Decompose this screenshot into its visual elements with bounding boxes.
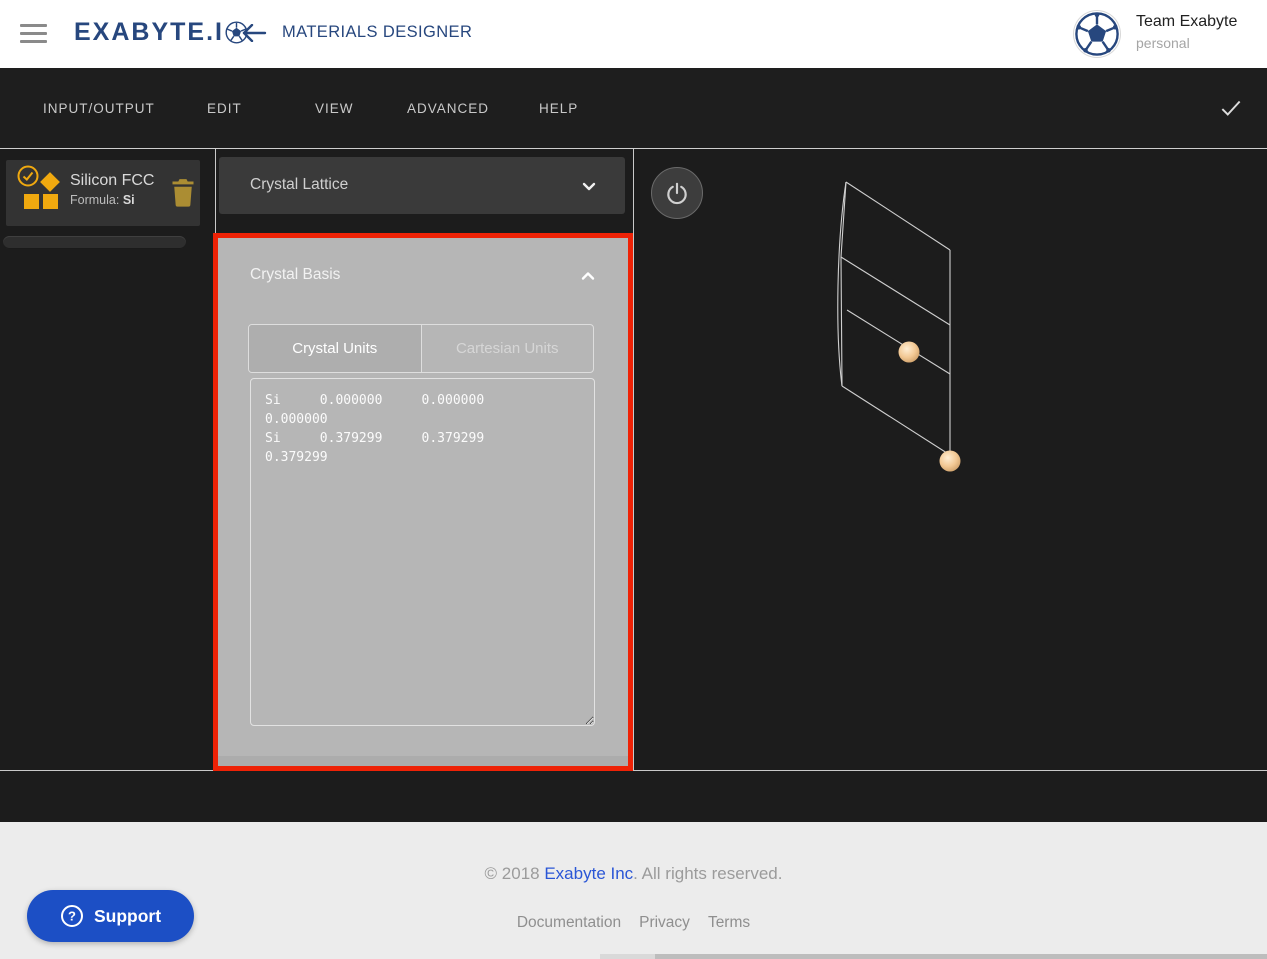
material-text: Silicon FCC Formula: Si [70, 172, 170, 207]
link-terms[interactable]: Terms [708, 914, 750, 932]
content-area: Silicon FCC Formula: Si Crystal Lattice … [0, 148, 1267, 822]
sidebar-scrollbar[interactable] [3, 236, 186, 249]
crystal-basis-title: Crystal Basis [250, 266, 340, 284]
exabyte-logo[interactable]: EXABYTE.I [74, 18, 248, 47]
package-square-shape [24, 194, 39, 209]
team-avatar[interactable] [1074, 11, 1120, 57]
tab-cartesian-units[interactable]: Cartesian Units [422, 325, 594, 372]
crystal-lattice-title: Crystal Lattice [250, 176, 348, 194]
menu-advanced[interactable]: ADVANCED [407, 68, 489, 148]
atom-si-2[interactable] [940, 451, 961, 472]
support-button[interactable]: ? Support [27, 890, 194, 942]
crystal-structure-3d-view[interactable] [633, 149, 1267, 771]
copyright-suffix: . All rights reserved. [633, 864, 782, 883]
chevron-up-icon[interactable] [576, 264, 600, 288]
user-context: personal [1136, 35, 1261, 51]
materials-designer-app: EXABYTE.I MATERIALS DESIGNER [0, 0, 1267, 959]
copyright-line: © 2018 Exabyte Inc. All rights reserved. [0, 864, 1267, 884]
material-package-icon [18, 166, 64, 218]
user-info[interactable]: Team Exabyte personal [1136, 13, 1261, 51]
footer: © 2018 Exabyte Inc. All rights reserved.… [0, 822, 1267, 959]
material-formula: Formula: Si [70, 193, 170, 207]
user-name: Team Exabyte [1136, 13, 1261, 31]
material-card-silicon-fcc[interactable]: Silicon FCC Formula: Si [6, 160, 200, 226]
company-link[interactable]: Exabyte Inc [544, 864, 633, 883]
chevron-down-icon[interactable] [577, 174, 601, 198]
horizontal-scrollbar-thumb[interactable] [655, 954, 1267, 959]
menu-input-output[interactable]: INPUT/OUTPUT [43, 68, 155, 148]
link-privacy[interactable]: Privacy [639, 914, 690, 932]
menu-view[interactable]: VIEW [315, 68, 354, 148]
hamburger-menu-icon[interactable] [20, 24, 47, 44]
menu-help[interactable]: HELP [539, 68, 578, 148]
question-glyph: ? [68, 909, 76, 924]
delete-material-icon[interactable] [169, 176, 197, 208]
page-title: MATERIALS DESIGNER [282, 23, 472, 42]
check-circle-icon [16, 164, 40, 188]
menubar: INPUT/OUTPUT EDIT VIEW ADVANCED HELP [0, 68, 1267, 148]
formula-label: Formula: [70, 193, 119, 207]
back-arrow-icon[interactable] [241, 24, 267, 42]
highlight-annotation-crystal-basis: Crystal Basis Crystal Units Cartesian Un… [213, 233, 633, 771]
logo-text: EXABYTE.I [74, 18, 224, 47]
menu-edit[interactable]: EDIT [207, 68, 242, 148]
save-check-icon[interactable] [1218, 95, 1244, 121]
atom-si-1[interactable] [899, 342, 920, 363]
package-diamond-shape [40, 172, 60, 192]
unit-cell-wireframe [838, 182, 950, 455]
tab-crystal-units[interactable]: Crystal Units [249, 325, 422, 372]
support-label: Support [94, 906, 161, 927]
crystal-lattice-panel[interactable]: Crystal Lattice [219, 157, 625, 214]
header: EXABYTE.I MATERIALS DESIGNER [0, 0, 1267, 68]
material-name: Silicon FCC [70, 172, 170, 190]
basis-units-tabs: Crystal Units Cartesian Units [248, 324, 594, 373]
link-documentation[interactable]: Documentation [517, 914, 621, 932]
basis-coordinates-textarea[interactable]: Si 0.000000 0.000000 0.000000 Si 0.37929… [250, 378, 595, 726]
copyright-prefix: © 2018 [485, 864, 545, 883]
formula-value: Si [123, 193, 135, 207]
question-circle-icon: ? [60, 904, 84, 928]
package-square-shape [43, 194, 58, 209]
